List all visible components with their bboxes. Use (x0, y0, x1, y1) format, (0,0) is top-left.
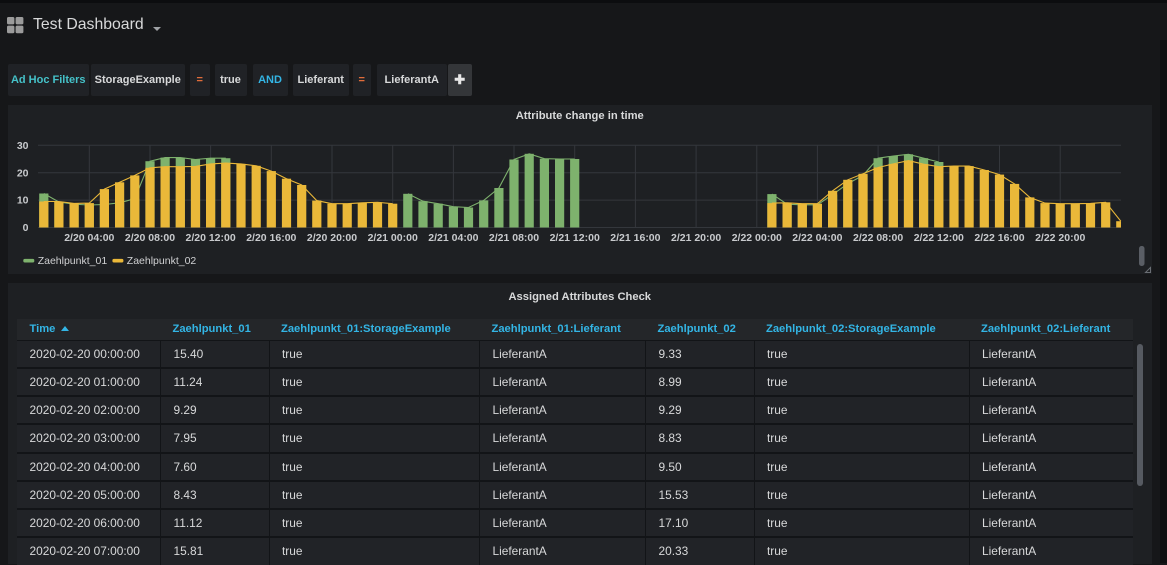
svg-text:2/21 08:00: 2/21 08:00 (489, 232, 539, 244)
svg-text:2/20 04:00: 2/20 04:00 (64, 232, 114, 244)
svg-text:Zaehlpunkt_02: Zaehlpunkt_02 (127, 255, 197, 267)
svg-text:2/22 16:00: 2/22 16:00 (974, 232, 1024, 244)
svg-text:2/20 12:00: 2/20 12:00 (185, 232, 235, 244)
svg-text:2/21 04:00: 2/21 04:00 (428, 232, 478, 244)
svg-text:2/22 04:00: 2/22 04:00 (792, 232, 842, 244)
svg-text:2/20 08:00: 2/20 08:00 (125, 232, 175, 244)
svg-text:2/21 20:00: 2/21 20:00 (671, 232, 721, 244)
svg-text:2/22 08:00: 2/22 08:00 (853, 232, 903, 244)
svg-text:10: 10 (17, 195, 29, 207)
svg-text:2/20 16:00: 2/20 16:00 (246, 232, 296, 244)
svg-text:2/20 20:00: 2/20 20:00 (307, 232, 357, 244)
svg-text:Zaehlpunkt_01: Zaehlpunkt_01 (38, 255, 108, 267)
svg-text:2/21 00:00: 2/21 00:00 (368, 232, 418, 244)
svg-text:2/22 20:00: 2/22 20:00 (1035, 232, 1085, 244)
svg-text:0: 0 (23, 222, 29, 234)
svg-text:2/22 00:00: 2/22 00:00 (732, 232, 782, 244)
svg-text:20: 20 (17, 167, 29, 179)
svg-text:2/21 12:00: 2/21 12:00 (550, 232, 600, 244)
svg-text:2/21 16:00: 2/21 16:00 (610, 232, 660, 244)
svg-text:30: 30 (17, 140, 29, 152)
svg-text:2/22 12:00: 2/22 12:00 (914, 232, 964, 244)
